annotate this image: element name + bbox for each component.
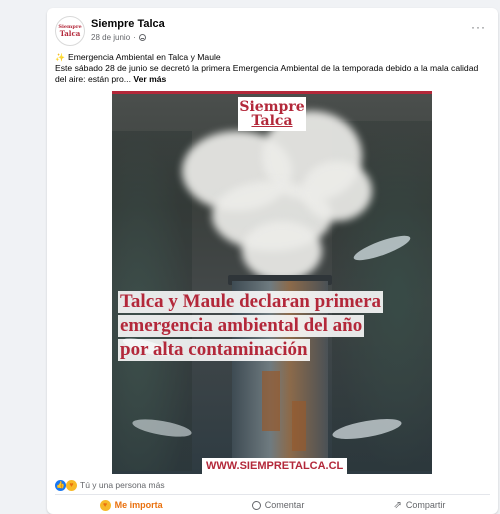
post-card: Siempre Talca Siempre Talca 28 de junio … <box>47 8 498 514</box>
image-top-border <box>112 91 432 94</box>
more-options-icon[interactable]: ··· <box>471 20 486 34</box>
action-divider <box>55 494 490 495</box>
care-label: Me importa <box>114 500 163 510</box>
meta-separator: · <box>133 33 136 42</box>
post-headline-line: ✨ Emergencia Ambiental en Talca y Maule <box>55 52 491 63</box>
globe-icon <box>138 34 146 41</box>
comment-label: Comentar <box>264 500 305 510</box>
post-text: ✨ Emergencia Ambiental en Talca y Maule … <box>55 52 491 85</box>
avatar[interactable]: Siempre Talca <box>55 16 85 46</box>
avatar-text-bottom: Talca <box>59 29 81 38</box>
care-reaction-icon: ♥ <box>66 479 77 491</box>
reaction-summary[interactable]: 👍 ♥ Tú y una persona más <box>55 478 165 492</box>
smoke-cloud <box>302 161 372 221</box>
smoke-cloud <box>242 221 322 281</box>
image-title-line: Talca y Maule declaran primera <box>118 291 384 313</box>
share-button[interactable]: ⇗ Compartir <box>394 500 446 511</box>
share-icon: ⇗ <box>393 499 402 511</box>
brand-logo-top: Siempre <box>239 99 305 115</box>
post-body: Este sábado 28 de junio se decretó la pr… <box>55 63 479 84</box>
image-title-line: por alta contaminación <box>118 339 310 361</box>
comment-icon <box>251 500 261 510</box>
like-reaction-icon: 👍 <box>55 479 66 491</box>
post-meta: 28 de junio · <box>91 33 146 42</box>
rust-stain <box>262 371 280 431</box>
post-headline: Emergencia Ambiental en Talca y Maule <box>67 52 221 62</box>
image-title: Talca y Maule declaran primera emergenci… <box>118 291 430 363</box>
site-url-label: WWW.SIEMPRETALCA.CL <box>202 458 348 474</box>
care-icon: ♥ <box>99 499 111 511</box>
image-title-line: emergencia ambiental del año <box>118 315 365 337</box>
rust-stain <box>292 401 306 451</box>
care-button[interactable]: ♥ Me importa <box>99 499 163 511</box>
post-body-line: Este sábado 28 de junio se decretó la pr… <box>55 63 491 85</box>
see-more-link[interactable]: Ver más <box>133 74 166 84</box>
brand-logo-bottom: Talca <box>251 113 293 129</box>
post-header: Siempre Talca Siempre Talca 28 de junio … <box>55 16 490 48</box>
comment-button[interactable]: Comentar <box>251 500 305 510</box>
sparkle-icon: ✨ <box>55 53 65 62</box>
post-image[interactable]: Siempre Talca Talca y Maule declaran pri… <box>112 91 432 474</box>
post-date[interactable]: 28 de junio <box>91 33 130 42</box>
brand-logo: Siempre Talca <box>238 97 306 131</box>
page-name[interactable]: Siempre Talca <box>91 18 165 30</box>
reaction-summary-text: Tú y una persona más <box>80 480 165 490</box>
action-bar: ♥ Me importa Comentar ⇗ Compartir <box>55 496 490 514</box>
share-label: Compartir <box>405 500 446 510</box>
